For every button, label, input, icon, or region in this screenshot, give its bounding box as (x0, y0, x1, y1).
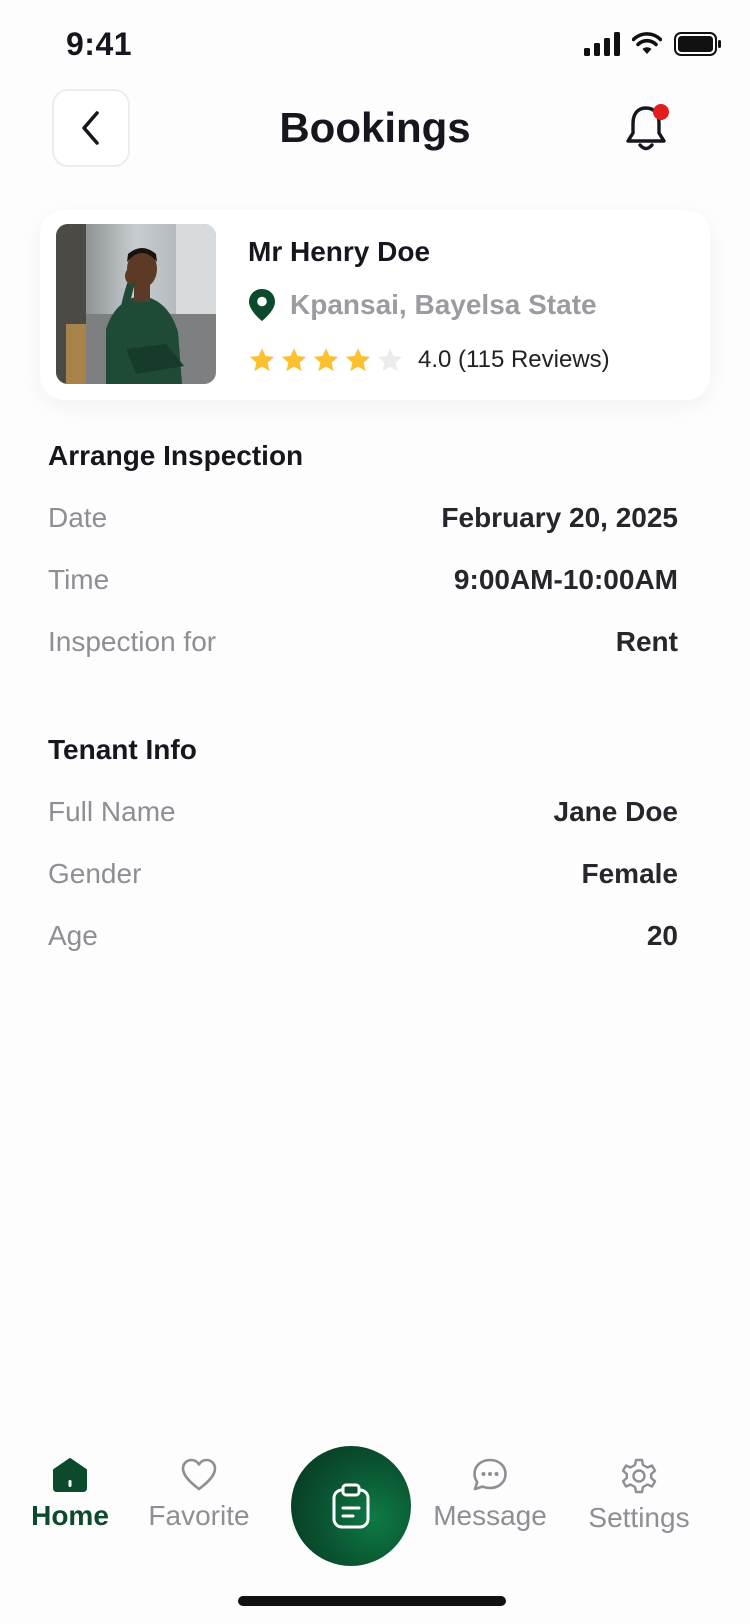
agent-rating: 4.0 (115 Reviews) (248, 346, 610, 374)
agent-photo (56, 224, 216, 384)
row-value: Female (581, 858, 679, 889)
star-icon (281, 348, 307, 372)
row-value: 9:00AM-10:00AM (453, 564, 678, 595)
battery-icon (674, 32, 721, 56)
row-value: Jane Doe (553, 796, 679, 827)
notification-badge (653, 104, 669, 120)
row-label: Inspection for (48, 626, 217, 657)
tenant-section-title: Tenant Info (48, 734, 197, 765)
inspection-section-title: Arrange Inspection (48, 440, 304, 471)
wifi-icon (632, 32, 662, 54)
header: Bookings (0, 88, 750, 178)
rating-stars (248, 346, 404, 374)
row-label: Time (48, 564, 110, 595)
status-icons (584, 32, 722, 56)
inspection-date-row: Date February 20, 2025 (48, 502, 678, 534)
gear-icon (621, 1458, 657, 1494)
row-label: Full Name (48, 796, 176, 827)
heart-icon (181, 1458, 217, 1491)
tab-home[interactable]: Home (30, 1458, 110, 1532)
notification-button[interactable] (624, 102, 672, 154)
map-pin-icon (249, 289, 275, 321)
tab-label: Message (433, 1500, 547, 1531)
agent-card[interactable]: Mr Henry Doe Kpansai, Bayelsa State 4.0 … (40, 210, 710, 400)
home-icon (53, 1458, 87, 1492)
home-indicator (238, 1596, 506, 1606)
tab-message[interactable]: Message (432, 1458, 548, 1532)
inspection-time-row: Time 9:00AM-10:00AM (48, 564, 678, 596)
tab-settings[interactable]: Settings (582, 1458, 696, 1534)
tenant-age-row: Age 20 (48, 920, 678, 952)
tenant-gender-row: Gender Female (48, 858, 678, 890)
star-empty-icon (377, 348, 403, 372)
inspection-purpose-row: Inspection for Rent (48, 626, 678, 658)
status-bar: 9:41 (0, 0, 750, 90)
bookings-center-button[interactable] (291, 1446, 411, 1566)
agent-location: Kpansai, Bayelsa State (248, 288, 597, 322)
tenant-name-row: Full Name Jane Doe (48, 796, 678, 828)
status-time: 9:41 (66, 26, 133, 62)
row-label: Gender (48, 858, 142, 889)
row-value: February 20, 2025 (441, 502, 678, 533)
row-label: Age (48, 920, 98, 951)
tab-label: Home (31, 1500, 109, 1531)
star-icon (249, 348, 275, 372)
signal-icon (584, 32, 620, 56)
tab-label: Settings (588, 1502, 690, 1533)
location-text: Kpansai, Bayelsa State (290, 289, 597, 320)
tab-favorite[interactable]: Favorite (144, 1458, 254, 1532)
star-icon (313, 348, 339, 372)
row-value: Rent (615, 626, 678, 657)
bottom-tab-bar: Home Favorite Message Settings (0, 1430, 750, 1590)
tab-label: Favorite (148, 1500, 250, 1531)
clipboard-icon (332, 1483, 370, 1529)
rating-text: 4.0 (115 Reviews) (418, 346, 610, 373)
agent-name: Mr Henry Doe (248, 236, 431, 267)
bell-icon (626, 104, 669, 151)
row-value: 20 (646, 920, 678, 951)
row-label: Date (48, 502, 108, 533)
star-icon (345, 348, 371, 372)
chat-icon (473, 1458, 507, 1491)
